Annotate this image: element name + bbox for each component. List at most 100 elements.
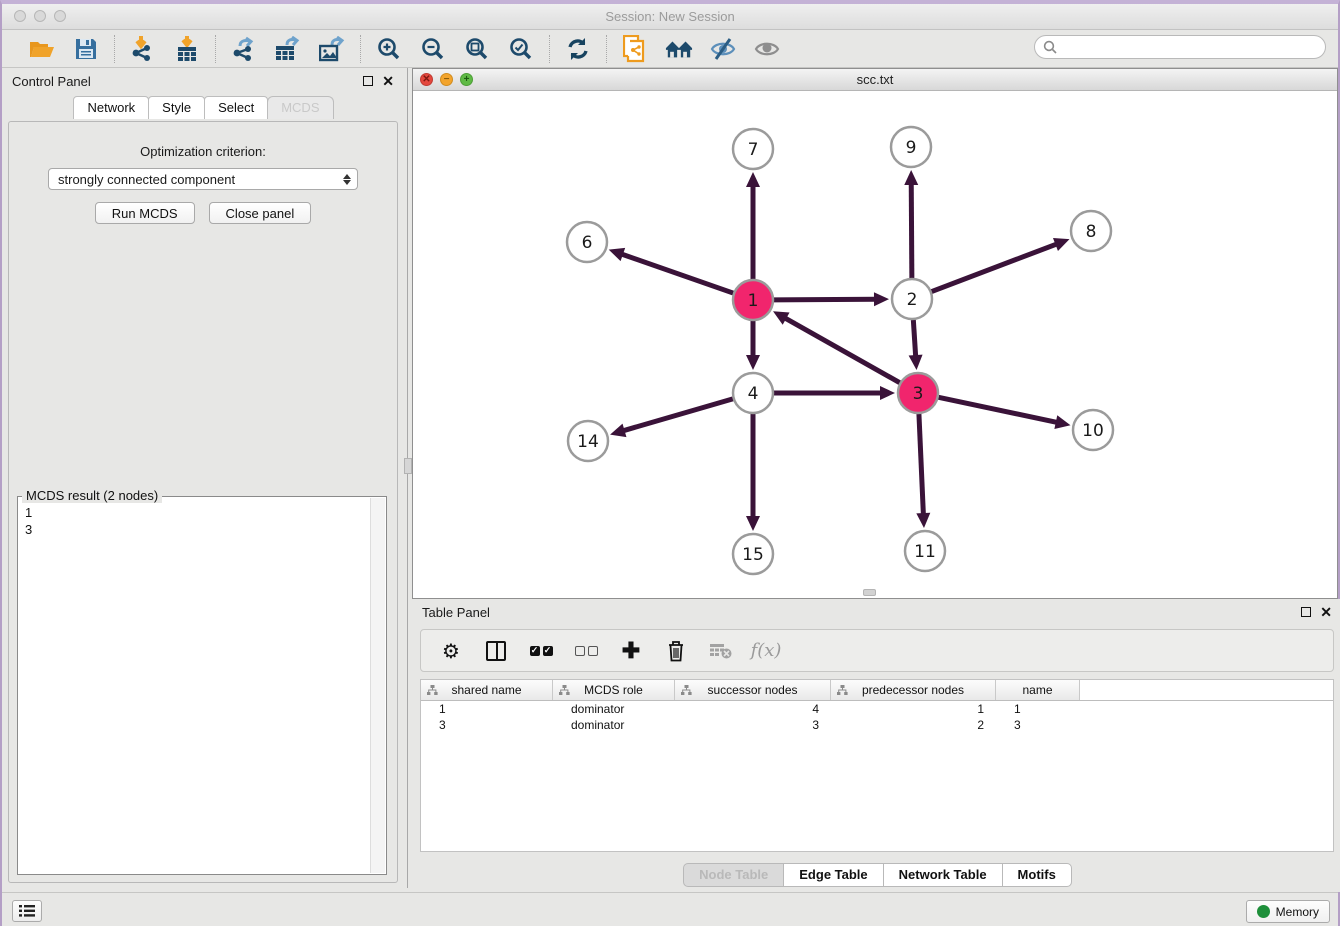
mcds-result-text[interactable]: 1 3 (18, 499, 370, 872)
dropdown-stepper-icon (343, 174, 351, 185)
table-row[interactable]: 3dominator323 (421, 717, 1333, 733)
delete-column-icon[interactable] (664, 639, 688, 663)
graph-node-label: 15 (742, 545, 764, 565)
memory-button[interactable]: Memory (1246, 900, 1330, 923)
tab-style[interactable]: Style (148, 96, 205, 119)
graph-node-label: 7 (748, 140, 759, 160)
app-window: { "window": { "title": "Session: New Ses… (0, 0, 1340, 926)
float-table-panel-icon[interactable] (1301, 607, 1311, 617)
table-toolbar: ⚙ ✓✓ ✚ f(x) (420, 629, 1334, 672)
network-close-icon[interactable]: ✕ (420, 73, 433, 86)
column-header-label: predecessor nodes (862, 683, 964, 697)
tab-select[interactable]: Select (204, 96, 268, 119)
open-session-icon[interactable] (28, 36, 56, 62)
network-minimize-icon[interactable]: − (440, 73, 453, 86)
show-columns-icon[interactable] (484, 639, 508, 663)
graph-node-label: 1 (748, 291, 759, 311)
table-cell: dominator (553, 717, 675, 733)
export-image-icon[interactable] (318, 36, 346, 62)
node-table: shared name MCDS rolesuccessor nodes prede… (420, 679, 1334, 852)
status-bar: Memory (2, 892, 1338, 926)
network-maximize-icon[interactable]: + (460, 73, 473, 86)
select-all-columns-icon[interactable]: ✓✓ (529, 639, 553, 663)
create-column-icon[interactable]: ✚ (619, 639, 643, 663)
graph-node-label: 8 (1086, 222, 1097, 242)
network-window-titlebar[interactable]: ✕ − + scc.txt (413, 69, 1337, 91)
network-canvas[interactable]: 7968124314101511 (413, 91, 1337, 598)
graph-edge-3-1[interactable] (784, 318, 899, 383)
sitemap-icon (427, 685, 438, 696)
unselect-all-columns-icon[interactable] (574, 639, 598, 663)
control-panel-tabs: Network Style Select MCDS (2, 96, 404, 119)
home-layout-icon[interactable] (665, 36, 693, 62)
close-table-panel-icon[interactable]: ✕ (1320, 607, 1332, 617)
divider-grip[interactable] (404, 458, 412, 474)
column-header-label: shared name (451, 683, 521, 697)
column-header-label: name (1022, 683, 1052, 697)
graph-edge-2-9[interactable] (911, 183, 912, 278)
graph-edge-2-3[interactable] (913, 320, 915, 357)
close-panel-icon[interactable]: ✕ (382, 76, 394, 86)
split-pane-divider[interactable] (404, 68, 412, 888)
float-panel-icon[interactable] (363, 76, 373, 86)
search-input[interactable] (1061, 37, 1325, 57)
graph-edge-arrow (746, 516, 760, 531)
column-header-name[interactable]: name (996, 680, 1080, 700)
hide-selected-icon[interactable] (709, 36, 737, 62)
graph-edge-arrow (916, 513, 930, 528)
zoom-in-icon[interactable] (375, 36, 403, 62)
network-scroll-thumb[interactable] (863, 589, 876, 596)
import-table-icon[interactable] (173, 36, 201, 62)
table-row[interactable]: 1dominator411 (421, 701, 1333, 717)
clone-network-icon[interactable] (621, 36, 649, 62)
graph-edge-1-6[interactable] (621, 254, 733, 293)
import-network-icon[interactable] (129, 36, 157, 62)
optimization-criterion-label: Optimization criterion: (9, 144, 397, 159)
graph-node-label: 14 (577, 432, 599, 452)
control-panel-titlebar: Control Panel ✕ (2, 68, 404, 94)
memory-label: Memory (1276, 905, 1319, 919)
save-session-icon[interactable] (72, 36, 100, 62)
graph-edge-arrow (909, 355, 923, 370)
main-toolbar (2, 30, 1338, 68)
table-cell: 1 (831, 701, 996, 717)
graph-node-label: 6 (582, 233, 593, 253)
task-history-button[interactable] (12, 900, 42, 922)
close-panel-button[interactable]: Close panel (209, 202, 312, 224)
function-builder-icon: f(x) (754, 639, 778, 663)
column-header-shared-name[interactable]: shared name (421, 680, 553, 700)
zoom-out-icon[interactable] (419, 36, 447, 62)
tab-edge-table[interactable]: Edge Table (783, 863, 883, 887)
zoom-selected-icon[interactable] (507, 36, 535, 62)
run-mcds-button[interactable]: Run MCDS (95, 202, 195, 224)
tab-node-table[interactable]: Node Table (683, 863, 784, 887)
column-header-predecessor-nodes[interactable]: predecessor nodes (831, 680, 996, 700)
main-titlebar: Session: New Session (2, 4, 1338, 30)
optimization-criterion-dropdown[interactable]: strongly connected component (48, 168, 358, 190)
column-header-successor-nodes[interactable]: successor nodes (675, 680, 831, 700)
graph-edge-3-10[interactable] (939, 397, 1058, 422)
column-header-MCDS-role[interactable]: MCDS role (553, 680, 675, 700)
graph-edge-2-8[interactable] (932, 244, 1058, 292)
graph-edge-arrow (610, 424, 626, 437)
node-table-body: 1dominator4113dominator323 (421, 701, 1333, 733)
export-table-icon[interactable] (274, 36, 302, 62)
tab-motifs[interactable]: Motifs (1002, 863, 1072, 887)
tab-network[interactable]: Network (73, 96, 149, 119)
graph-edge-4-14[interactable] (623, 399, 733, 431)
tab-mcds[interactable]: MCDS (267, 96, 333, 119)
tab-network-table[interactable]: Network Table (883, 863, 1003, 887)
show-all-icon[interactable] (753, 36, 781, 62)
sitemap-icon (559, 685, 570, 696)
mcds-panel-body: Optimization criterion: strongly connect… (8, 121, 398, 883)
table-settings-icon[interactable]: ⚙ (439, 639, 463, 663)
graph-edge-arrow (746, 355, 760, 370)
zoom-fit-icon[interactable] (463, 36, 491, 62)
result-scrollbar[interactable] (370, 498, 385, 873)
table-panel: Table Panel ✕ ⚙ ✓✓ ✚ f(x) shared nameMCD… (412, 599, 1340, 892)
export-network-icon[interactable] (230, 36, 258, 62)
graph-node-label: 10 (1082, 421, 1104, 441)
refresh-icon[interactable] (564, 36, 592, 62)
graph-edge-1-2[interactable] (774, 299, 876, 300)
graph-edge-3-11[interactable] (919, 414, 923, 515)
